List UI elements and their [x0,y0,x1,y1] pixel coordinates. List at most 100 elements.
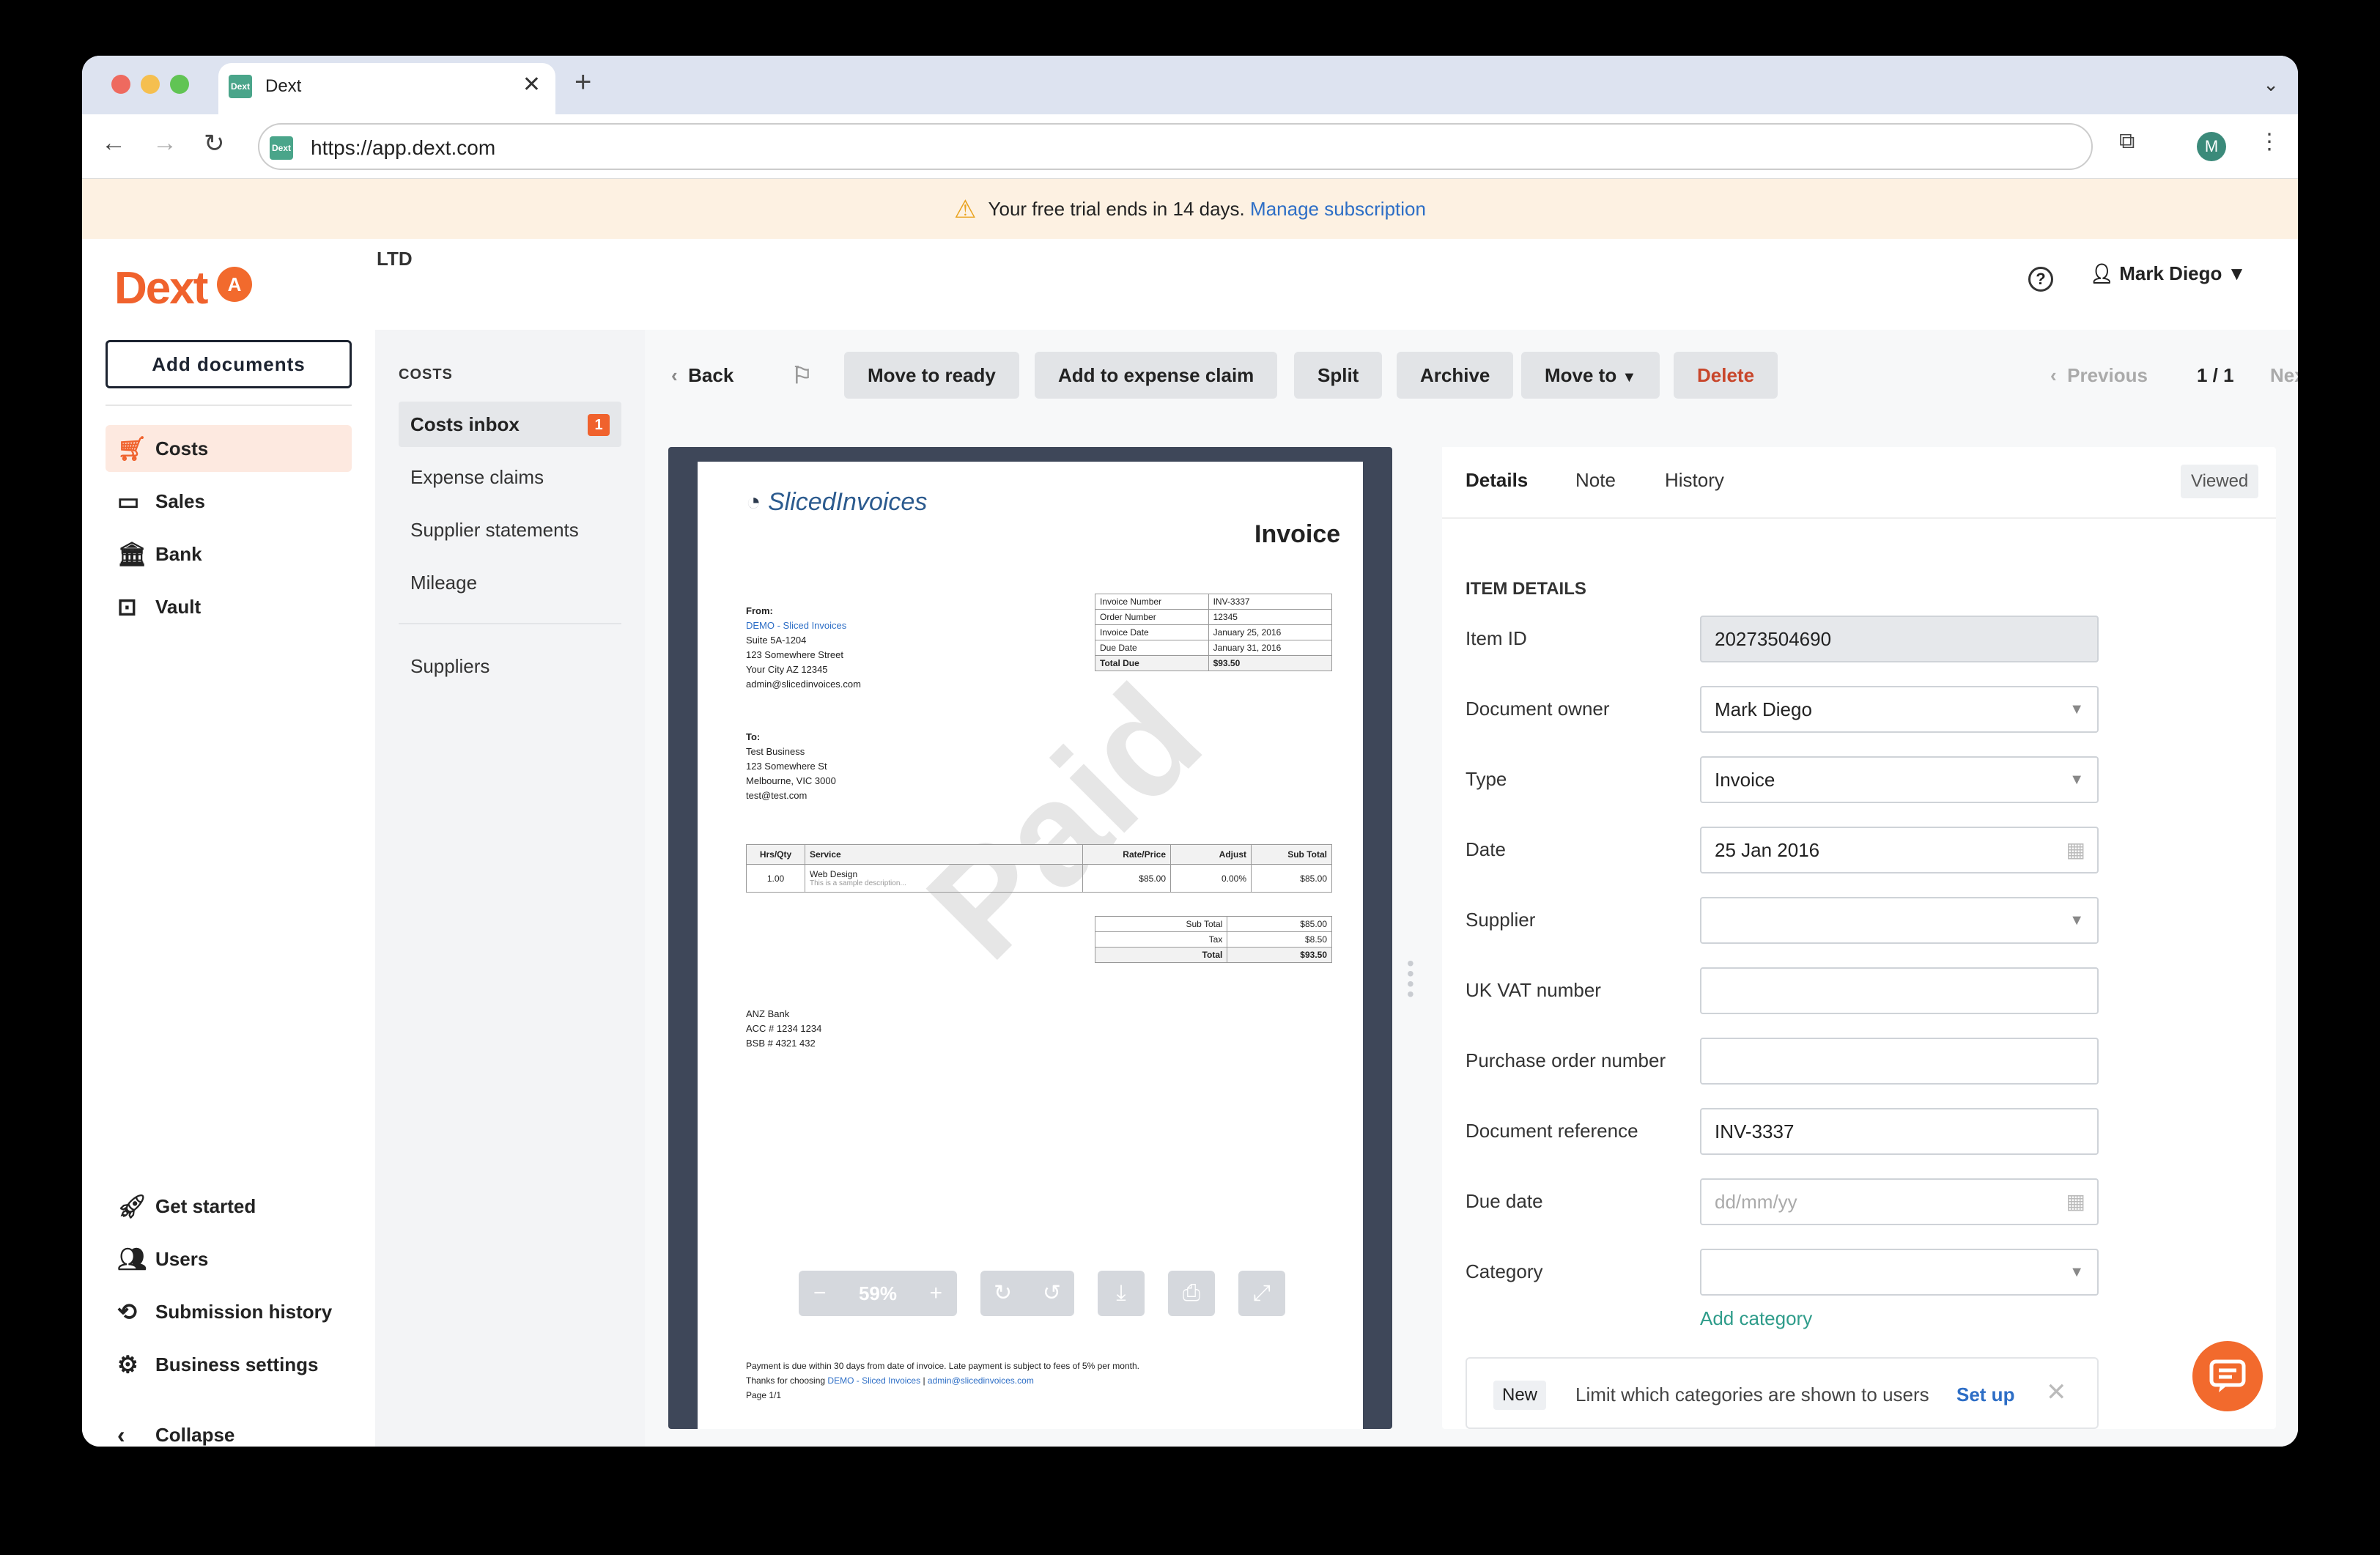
close-tab-icon[interactable]: ✕ [522,72,541,97]
sidebar-item-sales[interactable]: ▭ Sales [106,478,352,525]
extensions-icon[interactable]: ⧉ [2119,129,2135,154]
org-avatar[interactable]: A [217,267,252,302]
sidebar-item-business-settings[interactable]: ⚙ Business settings [106,1341,352,1388]
meta-label: Order Number [1095,609,1209,625]
expand-icon[interactable]: ⤢ [1238,1271,1285,1316]
maximize-window-button[interactable] [170,75,189,94]
sidebar-item-submission-history[interactable]: ⟲ Submission history [106,1288,352,1335]
subnav-item-costs-inbox[interactable]: Costs inbox 1 [399,402,621,447]
browser-tab[interactable]: Dext Dext ✕ [218,63,555,114]
sidebar-item-label: Vault [155,596,202,618]
subnav-item-expense-claims[interactable]: Expense claims [399,454,621,500]
forward-arrow-icon[interactable]: → [152,129,177,158]
details-panel: Details Details Note History Viewed ITEM… [1442,447,2276,1429]
minimize-window-button[interactable] [141,75,160,94]
due-date-placeholder: dd/mm/yy [1715,1191,1797,1213]
calendar-icon[interactable]: ▦ [2066,1180,2085,1224]
sidebar-item-users[interactable]: 👥︎ Users [106,1235,352,1282]
tab-note[interactable]: Note [1575,469,1616,492]
footer-link: admin@slicedinvoices.com [927,1375,1034,1386]
close-window-button[interactable] [111,75,130,94]
items-cell: 0.00% [1170,864,1252,893]
print-icon[interactable]: ⎙ [1168,1271,1215,1316]
type-select[interactable]: Invoice ▼ [1700,756,2099,803]
sidebar-item-label: Get started [155,1195,256,1217]
footer-text: Thanks for choosing [746,1375,828,1386]
move-to-label: Move to [1545,364,1617,386]
document-owner-select[interactable]: Mark Diego ▼ [1700,686,2099,733]
back-button[interactable]: ‹ Back [671,352,733,399]
subnav-item-mileage[interactable]: Mileage [399,560,621,605]
date-label: Date [1466,838,1506,860]
calendar-icon[interactable]: ▦ [2066,828,2085,872]
history-icon: ⟲ [117,1299,137,1325]
chevron-left-circle-icon: ‹ [117,1422,125,1447]
add-to-expense-claim-button[interactable]: Add to expense claim [1035,352,1278,399]
meta-label: Due Date [1095,640,1209,656]
flag-icon[interactable]: ⚐ [791,352,813,399]
item-id-field: 20273504690 [1700,616,2099,662]
meta-value: INV-3337 [1208,594,1333,610]
new-tab-icon[interactable]: + [574,66,591,99]
split-button[interactable]: Split [1294,352,1383,399]
dext-logo[interactable]: Dext [114,262,208,314]
viewed-badge: Viewed [2181,465,2259,498]
subnav-item-supplier-statements[interactable]: Supplier statements [399,507,621,553]
rotate-counterclockwise-icon[interactable]: ↺ [1043,1271,1061,1316]
move-to-button[interactable]: Move to ▼ [1521,352,1660,399]
pie-logo-icon: ◔ [746,488,761,516]
tab-history[interactable]: History [1665,469,1724,492]
gear-icon: ⚙ [117,1351,138,1378]
invoice-to-block: To: Test Business 123 Somewhere St Melbo… [746,730,836,803]
items-service: Web Design [810,869,858,879]
supplier-select[interactable]: ▼ [1700,897,2099,944]
bank-line: ACC # 1234 1234 [746,1023,822,1034]
chevron-down-icon: ▼ [2069,701,2084,717]
due-date-label: Due date [1466,1190,1543,1212]
collapse-sidebar-button[interactable]: ‹ Collapse [106,1411,352,1447]
rotate-clockwise-icon[interactable]: ↻ [994,1271,1012,1316]
zoom-out-icon[interactable]: − [813,1271,827,1316]
next-button[interactable]: Next › [2270,352,2298,399]
reload-icon[interactable]: ↻ [204,129,225,158]
tab-divider [1442,517,2276,519]
subnav-item-suppliers[interactable]: Suppliers [399,643,621,689]
delete-button[interactable]: Delete [1674,352,1778,399]
sidebar-item-get-started[interactable]: 🚀︎ Get started [106,1183,352,1230]
archive-button[interactable]: Archive [1397,352,1514,399]
resize-handle-icon[interactable]: • • • • [1407,953,1414,1005]
previous-button[interactable]: ‹ Previous [2050,352,2148,399]
manage-subscription-link[interactable]: Manage subscription [1250,198,1426,220]
set-up-link[interactable]: Set up [1956,1384,2014,1406]
browser-menu-icon[interactable]: ⋮ [2258,129,2280,155]
chat-button[interactable] [2192,1341,2263,1411]
items-cell: $85.00 [1251,864,1332,893]
url-field[interactable]: Dext https://app.dext.com [258,123,2093,170]
vat-number-field[interactable] [1700,967,2099,1014]
tab-list-chevron-icon[interactable]: ⌄ [2263,73,2279,96]
sidebar-item-vault[interactable]: ⊡ Vault [106,583,352,630]
user-menu[interactable]: 👤︎ Mark Diego ▼ [2090,262,2246,285]
add-category-link[interactable]: Add category [1700,1307,1812,1330]
date-field[interactable]: 25 Jan 2016 ▦ [1700,827,2099,873]
move-to-ready-button[interactable]: Move to ready [844,352,1019,399]
profile-avatar[interactable]: M [2197,132,2226,161]
category-select[interactable]: ▼ [1700,1249,2099,1296]
trial-text: Your free trial ends in 14 days. [988,198,1245,220]
po-number-field[interactable] [1700,1038,2099,1085]
zoom-in-icon[interactable]: + [929,1271,942,1316]
card-icon: ▭ [117,488,140,514]
sidebar-item-costs[interactable]: 🛒︎ Costs [106,425,352,472]
bank-line: ANZ Bank [746,1008,790,1019]
warning-icon: ⚠ [954,196,977,224]
add-documents-button[interactable]: Add documents [106,340,352,388]
sidebar-item-bank[interactable]: 🏛︎ Bank [106,531,352,577]
help-icon[interactable]: ? [2028,267,2053,292]
due-date-field[interactable]: dd/mm/yy ▦ [1700,1178,2099,1225]
back-arrow-icon[interactable]: ← [101,129,126,158]
download-icon[interactable]: ⤓ [1098,1271,1145,1316]
chat-icon [2209,1359,2246,1392]
sidebar: Dext A Add documents 🛒︎ Costs ▭ Sales 🏛︎ Ba… [82,239,375,1447]
close-icon[interactable]: ✕ [2046,1378,2067,1407]
document-reference-field[interactable]: INV-3337 [1700,1108,2099,1155]
